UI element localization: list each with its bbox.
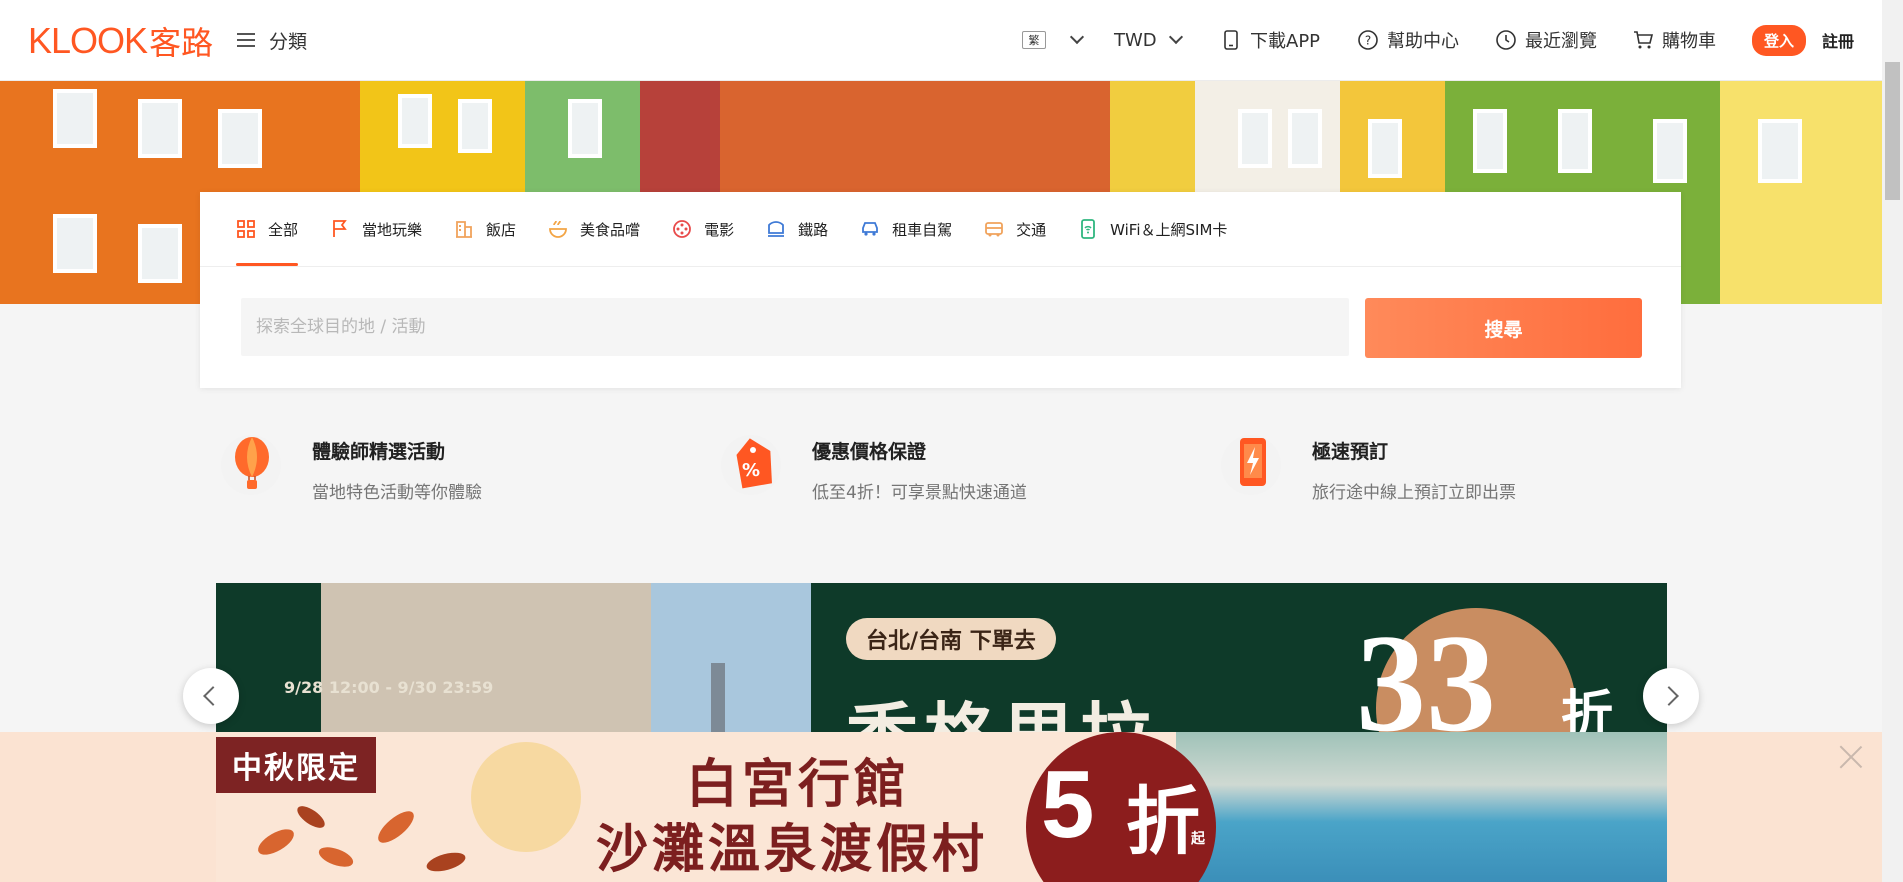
banner-pill: 台北/台南 下單去 bbox=[846, 618, 1056, 660]
tab-label: 租車自駕 bbox=[892, 220, 953, 239]
cart-link[interactable]: 購物車 bbox=[1632, 24, 1716, 56]
bus-icon bbox=[985, 222, 1004, 237]
promo-qi: 起 bbox=[1191, 831, 1205, 847]
tab-transport[interactable]: 交通 bbox=[984, 192, 1046, 266]
category-tabs: 全部 當地玩樂 飯店 美食品嚐 電影 鐵路 租車自駕 交通 WiFi＆上網SIM… bbox=[236, 192, 1259, 266]
chevron-down-icon bbox=[1069, 29, 1085, 45]
grid-icon bbox=[237, 220, 255, 238]
chevron-down-icon bbox=[1168, 29, 1183, 45]
login-label: 登入 bbox=[1752, 24, 1807, 56]
feature-desc: 當地特色活動等你體驗 bbox=[312, 483, 482, 503]
tab-hotel[interactable]: 飯店 bbox=[454, 192, 516, 266]
svg-text:%: % bbox=[742, 460, 760, 481]
tab-movie[interactable]: 電影 bbox=[672, 192, 734, 266]
logo-cn: 客路 bbox=[149, 24, 214, 62]
login-button[interactable]: 登入 bbox=[1752, 24, 1807, 56]
close-icon[interactable] bbox=[1838, 744, 1864, 770]
register-link[interactable]: 註冊 bbox=[1822, 24, 1854, 56]
balloon-icon bbox=[221, 435, 281, 495]
language-selector[interactable]: 繁 bbox=[1022, 24, 1085, 56]
promo-line2: 沙灘溫泉渡假村 bbox=[596, 820, 989, 880]
search-input[interactable] bbox=[241, 298, 1349, 356]
help-center-label: 幫助中心 bbox=[1387, 31, 1459, 52]
language-badge: 繁 bbox=[1022, 31, 1046, 49]
svg-text:?: ? bbox=[1365, 34, 1371, 48]
promo-content: 中秋限定 白宮行館 沙灘溫泉渡假村 5 折 起 bbox=[216, 732, 1667, 882]
pool-photo bbox=[1176, 732, 1667, 882]
hamburger-icon bbox=[237, 33, 255, 47]
klook-logo[interactable]: KLOOK 客路 bbox=[28, 20, 213, 62]
tab-label: 電影 bbox=[704, 220, 735, 239]
tab-label: 美食品嚐 bbox=[580, 220, 641, 239]
promo-discount-unit: 折 bbox=[1126, 779, 1200, 865]
tab-local-activities[interactable]: 當地玩樂 bbox=[330, 192, 422, 266]
search-button[interactable]: 搜尋 bbox=[1365, 298, 1642, 358]
tab-label: 交通 bbox=[1016, 220, 1047, 239]
feature-price-guarantee: % 優惠價格保證 低至4折！可享景點快速通道 bbox=[720, 432, 1027, 503]
feature-fast-booking: 極速預訂 旅行途中線上預訂立即出票 bbox=[1220, 432, 1516, 503]
car-icon bbox=[862, 222, 878, 236]
phone-icon bbox=[1224, 30, 1238, 50]
page-scrollbar[interactable] bbox=[1882, 0, 1903, 882]
help-center-link[interactable]: ? 幫助中心 bbox=[1357, 24, 1459, 56]
tab-label: 全部 bbox=[268, 220, 299, 239]
currency-label: TWD bbox=[1114, 29, 1157, 51]
banner-date: 9/28 12:00 - 9/30 23:59 bbox=[284, 678, 494, 697]
top-header: KLOOK 客路 分類 繁 TWD 下載APP ? 幫助中心 最近瀏覽 購物車 … bbox=[0, 0, 1882, 81]
carousel-prev-button[interactable] bbox=[183, 668, 239, 724]
recent-view-link[interactable]: 最近瀏覽 bbox=[1495, 24, 1597, 56]
carousel-next-button[interactable] bbox=[1643, 668, 1699, 724]
tab-label: 飯店 bbox=[486, 220, 517, 239]
tabs-divider bbox=[200, 266, 1681, 267]
tab-car-rental[interactable]: 租車自駕 bbox=[860, 192, 952, 266]
feature-title: 極速預訂 bbox=[1312, 441, 1389, 463]
tab-all[interactable]: 全部 bbox=[236, 192, 299, 266]
tab-label: WiFi＆上網SIM卡 bbox=[1110, 220, 1228, 239]
promo-discount-number: 5 bbox=[1041, 751, 1095, 858]
category-menu[interactable]: 分類 bbox=[237, 24, 307, 56]
tab-food[interactable]: 美食品嚐 bbox=[548, 192, 640, 266]
feature-curated: 體驗師精選活動 當地特色活動等你體驗 bbox=[220, 432, 482, 503]
tab-label: 當地玩樂 bbox=[362, 220, 423, 239]
feature-desc: 低至4折！可享景點快速通道 bbox=[812, 483, 1027, 503]
download-app-label: 下載APP bbox=[1250, 31, 1321, 52]
flag-icon bbox=[333, 220, 347, 237]
tab-label: 鐵路 bbox=[798, 220, 829, 239]
search-card: 全部 當地玩樂 飯店 美食品嚐 電影 鐵路 租車自駕 交通 WiFi＆上網SIM… bbox=[200, 192, 1681, 388]
tab-rail[interactable]: 鐵路 bbox=[766, 192, 828, 266]
register-label: 註冊 bbox=[1822, 32, 1855, 51]
recent-view-label: 最近瀏覽 bbox=[1525, 31, 1597, 52]
logo-text: KLOOK bbox=[28, 20, 148, 61]
scrollbar-thumb[interactable] bbox=[1885, 62, 1900, 200]
wifi-icon bbox=[1081, 219, 1096, 239]
category-label: 分類 bbox=[269, 30, 308, 53]
rail-icon bbox=[768, 221, 785, 237]
promo-line1: 白宮行館 bbox=[686, 755, 911, 815]
feature-title: 體驗師精選活動 bbox=[312, 441, 446, 463]
film-icon bbox=[673, 220, 691, 238]
promo-tag: 中秋限定 bbox=[216, 737, 376, 793]
cart-icon bbox=[1634, 31, 1654, 49]
bottom-promo-bar[interactable]: 中秋限定 白宮行館 沙灘溫泉渡假村 5 折 起 bbox=[0, 732, 1882, 882]
cart-label: 購物車 bbox=[1662, 31, 1716, 52]
download-app-link[interactable]: 下載APP bbox=[1220, 24, 1320, 56]
phone-bolt-icon bbox=[1221, 435, 1281, 495]
tab-wifi-sim[interactable]: WiFi＆上網SIM卡 bbox=[1078, 192, 1227, 266]
feature-desc: 旅行途中線上預訂立即出票 bbox=[1312, 483, 1516, 503]
hotel-icon bbox=[456, 221, 473, 238]
clock-icon bbox=[1496, 30, 1516, 50]
discount-tag-icon: % bbox=[721, 435, 781, 495]
food-icon bbox=[549, 220, 567, 238]
question-icon: ? bbox=[1358, 30, 1378, 50]
feature-title: 優惠價格保證 bbox=[812, 441, 927, 463]
currency-selector[interactable]: TWD bbox=[1114, 24, 1183, 56]
